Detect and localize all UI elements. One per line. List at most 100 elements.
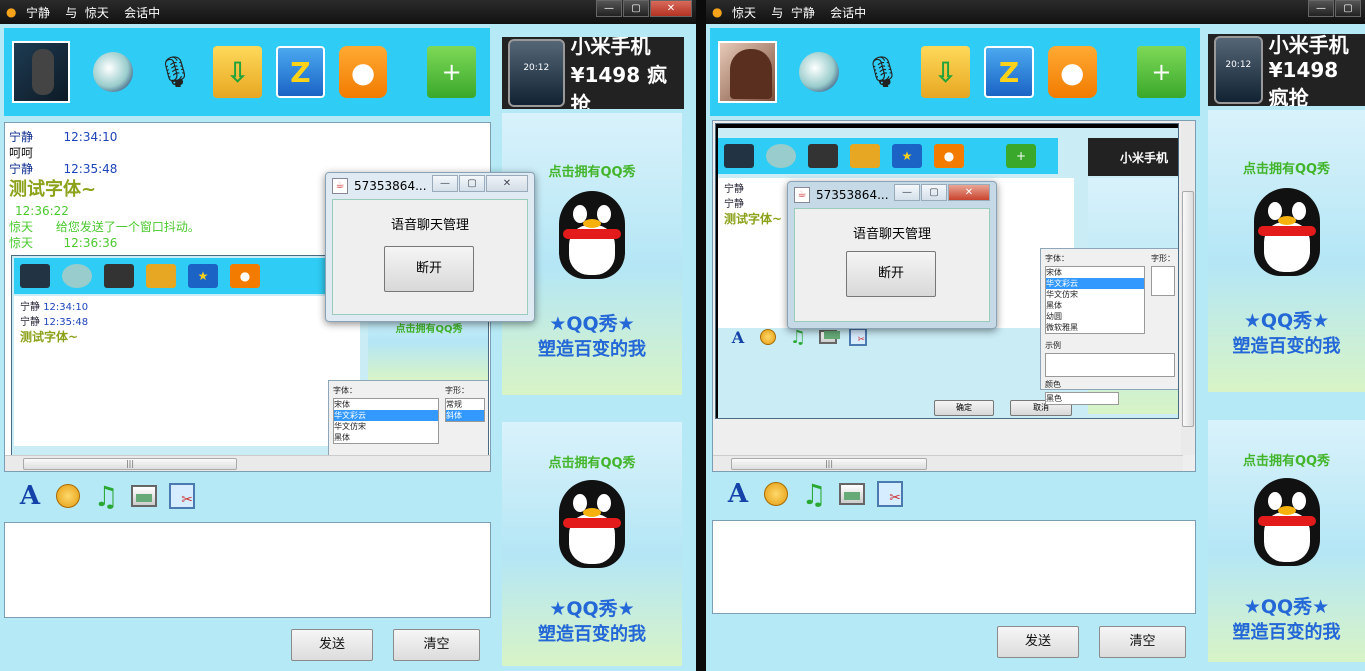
chat-window-left: ● 宁静 与 惊天 会话中 — ▢ ✕ 🎙 ⇩ Z ● + 宁静 12:34:1…	[0, 0, 696, 671]
emoticon-icon[interactable]	[54, 482, 82, 510]
window-title: 宁静 与 惊天 会话中	[26, 5, 161, 20]
penguin-image	[559, 480, 625, 570]
disconnect-button[interactable]: 断开	[846, 251, 936, 297]
ad-price: ¥1498 疯抢	[570, 62, 668, 110]
add-friend-icon[interactable]: +	[1136, 46, 1186, 98]
sender-name: 宁静	[9, 162, 34, 176]
ad-headline: 点击拥有QQ秀	[548, 456, 636, 471]
qzone-icon: ★	[892, 144, 922, 168]
font-list: 宋体 华文彩云 华文仿宋 黑体 幼圆 微软雅黑	[1045, 266, 1145, 334]
scroll-thumb[interactable]: |||	[23, 458, 237, 470]
emoticon-icon[interactable]	[762, 480, 790, 508]
font-dialog: 字体： 宋体 华文彩云 华文仿宋 黑体 幼圆 微软雅黑 字形： 示例 颜色 黑色	[1040, 248, 1178, 405]
font-item: 华文仿宋	[334, 422, 366, 431]
music-icon[interactable]: ♫	[800, 478, 828, 511]
font-dialog: 字体： 宋体 华文彩云 华文仿宋 黑体 字形： 常规 斜体	[328, 380, 488, 456]
color-select: 黑色	[1045, 392, 1119, 405]
ad-headline: 点击拥有QQ秀	[1242, 162, 1331, 177]
minimize-button[interactable]: —	[432, 175, 458, 192]
video-camera-icon[interactable]	[88, 46, 137, 98]
font-item: 华文仿宋	[1046, 290, 1078, 299]
chat-bubble-icon[interactable]: ●	[1047, 46, 1097, 98]
scroll-thumb[interactable]: |||	[731, 458, 927, 470]
font-item: 黑体	[334, 433, 350, 442]
emoticon-icon	[758, 323, 778, 351]
qq-show-ad[interactable]: 点击拥有QQ秀 ★QQ秀★ 塑造百变的我	[1208, 110, 1365, 392]
send-file-icon[interactable]: ⇩	[213, 46, 262, 98]
close-button[interactable]: ✕	[948, 184, 990, 201]
sample-box	[1045, 353, 1175, 377]
screenshot-icon[interactable]: ✂	[168, 482, 196, 510]
add-friend-icon[interactable]: +	[427, 46, 477, 98]
avatar	[20, 264, 50, 288]
send-button[interactable]: 发送	[997, 626, 1079, 658]
minimize-button[interactable]: —	[894, 184, 920, 201]
xiaomi-ad[interactable]: 20:12 小米手机 ¥1498 疯抢	[1208, 34, 1365, 106]
maximize-button[interactable]: ▢	[921, 184, 947, 201]
horizontal-scrollbar[interactable]: |||	[5, 455, 490, 471]
screenshot-icon[interactable]: ✂	[876, 480, 904, 508]
maximize-button[interactable]: ▢	[459, 175, 485, 192]
minimize-button[interactable]: —	[596, 0, 622, 17]
message-time: 12:35:48	[63, 162, 118, 176]
maximize-button[interactable]: ▢	[1335, 0, 1361, 17]
qq-penguin-icon: ●	[712, 5, 723, 19]
send-file-icon	[850, 144, 880, 168]
ad-headline: 点击拥有QQ秀	[1242, 454, 1331, 469]
close-button[interactable]: ✕	[650, 0, 692, 17]
font-icon[interactable]: A	[724, 479, 752, 509]
message-input[interactable]	[4, 522, 491, 618]
window-client: 🎙 ⇩ Z ● + 宁静 12:34:10 呵呵 宁静 12:35:48 测试字…	[0, 24, 696, 671]
minimize-button[interactable]: —	[1308, 0, 1334, 17]
qzone-icon[interactable]: Z	[984, 46, 1034, 98]
scroll-thumb[interactable]	[1182, 191, 1194, 427]
chat-bubble-icon: ●	[934, 144, 964, 168]
clear-button[interactable]: 清空	[393, 629, 480, 661]
microphone-icon[interactable]: 🎙	[858, 46, 907, 98]
music-icon[interactable]: ♫	[92, 480, 120, 513]
font-label: 字体：	[333, 386, 357, 395]
qq-show-ad[interactable]: 点击拥有QQ秀 ★QQ秀★ 塑造百变的我	[1208, 420, 1365, 662]
image-icon[interactable]	[838, 480, 866, 508]
font-item: 幼圆	[1046, 312, 1062, 321]
image-icon[interactable]	[130, 482, 158, 510]
microphone-icon[interactable]: 🎙	[151, 46, 200, 98]
window-title: 惊天 与 宁静 会话中	[732, 5, 867, 20]
horizontal-scrollbar[interactable]: |||	[713, 455, 1183, 471]
sender-name: 宁静	[20, 302, 40, 313]
microphone-icon	[104, 264, 134, 288]
send-button[interactable]: 发送	[291, 629, 373, 661]
message-input[interactable]	[712, 520, 1196, 614]
video-camera-icon[interactable]	[795, 46, 844, 98]
send-file-icon[interactable]: ⇩	[921, 46, 971, 98]
video-camera-icon	[766, 144, 796, 168]
clear-button[interactable]: 清空	[1099, 626, 1186, 658]
close-button[interactable]: ✕	[486, 175, 528, 192]
title-bar[interactable]: ● 惊天 与 宁静 会话中 — ▢	[706, 0, 1365, 24]
window-client: 🎙 ⇩ Z ● + ★ ● + 宁静 宁静 测试字体~ 小米手机 A ♫ ✂ 确…	[706, 24, 1365, 671]
qzone-icon[interactable]: Z	[275, 46, 325, 98]
format-toolbar: A ♫ ✂	[16, 476, 206, 516]
microphone-icon	[808, 144, 838, 168]
title-bar[interactable]: ● 宁静 与 惊天 会话中 — ▢ ✕	[0, 0, 696, 24]
penguin-image	[1253, 188, 1320, 278]
chat-bubble-icon: ●	[230, 264, 260, 288]
avatar[interactable]	[12, 41, 71, 103]
chat-bubble-icon[interactable]: ●	[338, 46, 388, 98]
avatar[interactable]	[718, 41, 777, 103]
ad-slogan: 塑造百变的我	[538, 339, 646, 360]
vertical-scrollbar[interactable]	[1181, 121, 1195, 455]
maximize-button[interactable]: ▢	[623, 0, 649, 17]
chat-window-right: ● 惊天 与 宁静 会话中 — ▢ 🎙 ⇩ Z ● + ★ ● + 宁静 宁静 …	[706, 0, 1365, 671]
disconnect-button[interactable]: 断开	[384, 246, 474, 292]
xiaomi-ad[interactable]: 20:12 小米手机 ¥1498 疯抢	[502, 37, 684, 109]
qq-show-ad[interactable]: 点击拥有QQ秀 ★QQ秀★ 塑造百变的我	[502, 422, 682, 666]
ad-slogan: 塑造百变的我	[1232, 622, 1341, 643]
ad-slogan: 塑造百变的我	[538, 624, 646, 645]
style-item: 斜体	[446, 410, 484, 421]
penguin-image	[1253, 478, 1320, 568]
style-list	[1151, 266, 1175, 296]
sample-label: 示例	[1045, 341, 1061, 350]
font-icon[interactable]: A	[16, 481, 44, 511]
style-label: 字形：	[1151, 254, 1175, 263]
